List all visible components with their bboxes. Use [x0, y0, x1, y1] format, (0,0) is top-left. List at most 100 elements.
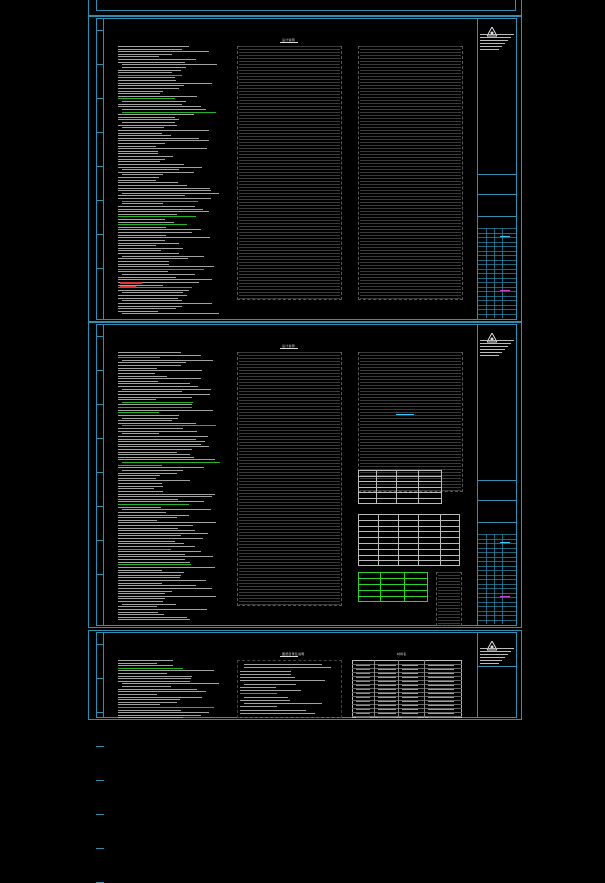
sheet-1-right-guide-line	[360, 232, 461, 233]
sheet-3-left-text-line	[118, 717, 183, 719]
sheet-1-right-guide-line	[360, 67, 461, 68]
sheet-2-strip-tick	[96, 574, 104, 575]
sheet-1-left-text-line	[118, 297, 179, 299]
sheet-2-right-lower-guide-line	[438, 587, 460, 588]
sheet-2-title-block	[477, 324, 517, 626]
sheet-2-left-text-line	[118, 608, 207, 610]
sheet-2-middle-guide-line	[239, 487, 340, 488]
sheet-1-middle-guide-line	[239, 73, 340, 74]
sheet-2-middle-guide-line	[239, 394, 340, 395]
sheet-1-revision-row	[477, 313, 517, 315]
sheet-2-right-guide-line	[360, 376, 461, 377]
sheet-2-left-text-line	[118, 490, 164, 492]
sheet-1-left-text-line	[118, 295, 188, 297]
sheet-1-right-guide-line	[360, 292, 461, 293]
sheet-2-middle-guide-line	[239, 493, 340, 494]
sheet-1-warning-note	[120, 286, 136, 288]
sheet-1-left-text-line	[118, 59, 197, 61]
sheet-1-middle-guide-line	[239, 103, 340, 104]
cad-drawing-canvas[interactable]: 设计说明 设计说明 图纸目录及说明 材料表	[0, 0, 605, 883]
sheet-2-middle-guide-line	[239, 577, 340, 578]
sheet-2-title-divider	[477, 522, 517, 523]
sheet-3-material-qty	[428, 701, 454, 702]
sheet-1-right-guide-line	[360, 148, 461, 149]
sheet-1-middle-guide-line	[239, 160, 340, 161]
sheet-1-left-text-line	[118, 135, 171, 137]
sheet-2-left-text-line	[122, 603, 177, 605]
sheet-1-right-guide-line	[360, 154, 461, 155]
sheet-2-middle-guide-line	[239, 478, 340, 479]
sheet-2-middle-guide-line	[239, 565, 340, 566]
sheet-3-material-qty	[428, 697, 454, 698]
sheet-1-left-text-line	[118, 179, 157, 181]
sheet-2-left-text-line	[118, 580, 207, 582]
sheet-1-revision-row	[477, 237, 517, 238]
sheet-2-table-1-row	[358, 486, 442, 488]
sheet-2-middle-guide-line	[239, 445, 340, 446]
sheet-1-right-guide-line	[360, 157, 461, 158]
sheet-1-revision-row	[477, 246, 517, 247]
sheet-1-left-text-line	[118, 153, 159, 155]
sheet-3-right-title: 材料表	[397, 652, 407, 656]
sheet-2-middle-guide-line	[239, 442, 340, 443]
sheet-2-table-1-col	[396, 470, 397, 504]
sheet-2-highlight-note	[396, 414, 414, 415]
sheet-2-middle-guide-line	[239, 355, 340, 356]
sheet-2-right-guide-line	[360, 412, 461, 413]
sheet-2-middle-guide-line	[239, 457, 340, 458]
sheet-2-middle-guide-line	[239, 409, 340, 410]
sheet-1-middle-guide-line	[239, 76, 340, 77]
sheet-2-right-guide-line	[360, 397, 461, 398]
sheet-1-strip-tick	[96, 234, 104, 235]
sheet-2-middle-guide-line	[239, 460, 340, 461]
sheet-2-title-text	[480, 343, 511, 344]
sheet-2-title-text	[480, 355, 499, 356]
sheet-2-left-text-line	[118, 559, 186, 561]
sheet-2-middle-guide-line	[239, 400, 340, 401]
sheet-1-middle-guide-line	[239, 220, 340, 221]
sheet-1-right-guide-line	[360, 103, 461, 104]
sheet-1-middle-guide-line	[239, 64, 340, 65]
sheet-1-left-text-line	[118, 229, 201, 231]
sheet-2-middle-guide-line	[239, 430, 340, 431]
sheet-1-right-guide-line	[360, 121, 461, 122]
sheet-1-middle-guide-line	[239, 271, 340, 272]
sheet-1-left-text-line	[118, 263, 169, 265]
sheet-1-middle-guide-line	[239, 49, 340, 50]
sheet-1-left-text-line	[118, 258, 188, 260]
sheet-1-left-text-line	[118, 276, 177, 278]
sheet-3-strip-tick	[96, 848, 104, 849]
sheet-2-left-text-line	[118, 456, 194, 458]
sheet-3-left-text-line	[118, 706, 215, 708]
sheet-2-title-divider	[477, 500, 517, 501]
sheet-3-left-text-line	[118, 673, 167, 675]
sheet-1-left-text-line	[118, 279, 212, 281]
sheet-1-revision-row	[477, 232, 517, 234]
sheet-1-right-guide-line	[360, 187, 461, 188]
sheet-2-revision-row	[477, 606, 517, 607]
sheet-2-revision-row	[477, 552, 517, 553]
sheet-2-left-text-line	[118, 438, 196, 440]
sheet-1-middle-guide-line	[239, 196, 340, 197]
sheet-2-middle-guide-line	[239, 481, 340, 482]
sheet-1-right-guide-line	[360, 286, 461, 287]
sheet-3-left-text-line	[118, 712, 210, 714]
sheet-1-right-guide-line	[360, 253, 461, 254]
sheet-1-left-text-line	[118, 103, 182, 105]
sheet-3-title-text	[480, 651, 511, 652]
sheet-2-left-text-line	[118, 522, 216, 524]
sheet-2-right-guide-line	[360, 460, 461, 461]
sheet-2-middle-guide-line	[239, 421, 340, 422]
sheet-2-right-guide-line	[360, 364, 461, 365]
sheet-1-left-text-line	[118, 234, 166, 236]
sheet-2-right-guide-line	[360, 454, 461, 455]
sheet-2-left-text-line	[118, 451, 178, 453]
sheet-1-left-text-line	[118, 93, 161, 95]
sheet-1-middle-guide-line	[239, 85, 340, 86]
sheet-2-title-divider	[477, 480, 517, 481]
sheet-2-left-text-line	[118, 577, 180, 579]
sheet-2-left-text-line	[118, 501, 204, 503]
sheet-1-left-text-line	[118, 69, 181, 71]
sheet-2-left-text-line	[118, 601, 163, 603]
sheet-2-left-text-line	[118, 357, 160, 359]
